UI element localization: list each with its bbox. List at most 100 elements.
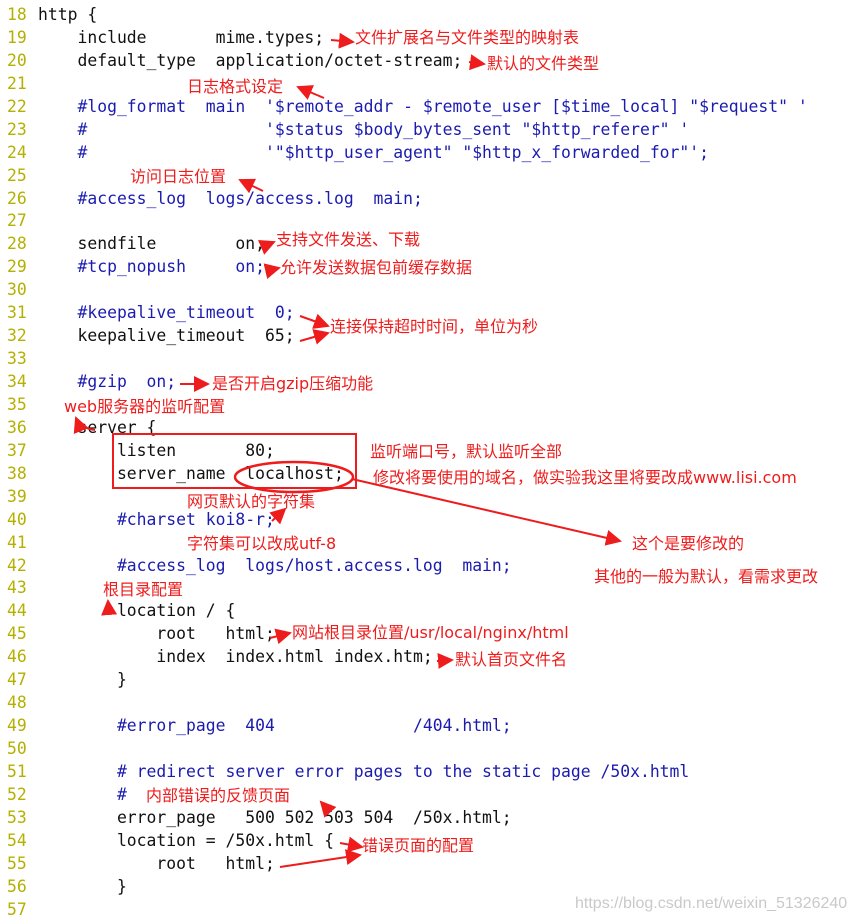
- code-line: 21: [0, 73, 857, 96]
- line-number: 38: [7, 463, 27, 483]
- annotation-index: 默认首页文件名: [455, 650, 568, 669]
- line-number: 54: [7, 830, 27, 850]
- annotation-sendfile: 支持文件发送、下载: [276, 230, 421, 249]
- code-text: include mime.types;: [38, 27, 325, 47]
- code-line: 28 sendfile on;: [0, 233, 857, 256]
- code-comment: #: [38, 784, 127, 804]
- line-number: 21: [7, 73, 27, 93]
- code-line: 53 error_page 500 502 503 504 /50x.html;: [0, 807, 857, 830]
- line-number: 55: [7, 853, 27, 873]
- line-number: 20: [7, 50, 27, 70]
- line-number: 30: [7, 280, 27, 300]
- line-number: 24: [7, 142, 27, 162]
- code-line: 40 #charset koi8-r;: [0, 509, 857, 532]
- code-line: 25: [0, 165, 857, 188]
- line-number: 44: [7, 601, 27, 621]
- line-number: 35: [7, 394, 27, 414]
- code-text: root html;: [38, 853, 275, 873]
- watermark: https://blog.csdn.net/weixin_51326240: [575, 895, 848, 912]
- annotation-must-modify: 这个是要修改的: [632, 534, 745, 553]
- line-number: 36: [7, 417, 27, 437]
- code-text: sendfile on;: [38, 234, 265, 254]
- annotation-location-root: 根目录配置: [103, 580, 184, 599]
- annotation-tcp-nopush: 允许发送数据包前缓存数据: [280, 258, 473, 277]
- code-comment: # '"$http_user_agent" "$http_x_forwarded…: [38, 142, 710, 162]
- line-number: 26: [7, 188, 27, 208]
- code-comment: #log_format main '$remote_addr - $remote…: [38, 96, 808, 116]
- line-number: 18: [7, 5, 27, 24]
- code-line: 46 index index.html index.htm;: [0, 646, 857, 669]
- annotation-keepalive: 连接保持超时时间，单位为秒: [330, 317, 539, 336]
- line-number: 42: [7, 555, 27, 575]
- code-comment: #tcp_nopush on;: [38, 257, 265, 277]
- code-text: error_page 500 502 503 504 /50x.html;: [38, 807, 512, 827]
- code-text: root html;: [38, 624, 275, 644]
- code-line: 33: [0, 348, 857, 371]
- code-line: 51 # redirect server error pages to the …: [0, 761, 857, 784]
- line-number: 52: [7, 784, 27, 804]
- annotation-log-format: 日志格式设定: [187, 77, 284, 96]
- code-line: 48: [0, 692, 857, 715]
- code-text: listen 80;: [38, 440, 275, 460]
- line-number: 39: [7, 486, 27, 506]
- code-line: 26 #access_log logs/access.log main;: [0, 188, 857, 211]
- annotation-default-type: 默认的文件类型: [487, 54, 600, 73]
- line-number: 56: [7, 876, 27, 896]
- code-comment: # redirect server error pages to the sta…: [38, 761, 690, 781]
- code-comment: #charset koi8-r;: [38, 509, 275, 529]
- line-number: 29: [7, 257, 27, 277]
- line-number: 27: [7, 211, 27, 231]
- code-comment: #keepalive_timeout 0;: [38, 303, 295, 323]
- annotation-gzip: 是否开启gzip压缩功能: [212, 374, 374, 393]
- code-line: 52 #: [0, 784, 857, 807]
- code-text: http {: [38, 5, 98, 24]
- annotation-access-log: 访问日志位置: [130, 167, 227, 186]
- line-number: 40: [7, 509, 27, 529]
- line-number: 43: [7, 578, 27, 598]
- code-text: location / {: [38, 601, 236, 621]
- line-number: 53: [7, 807, 27, 827]
- line-number: 22: [7, 96, 27, 116]
- line-number: 25: [7, 165, 27, 185]
- line-number: 51: [7, 761, 27, 781]
- code-line: 30: [0, 279, 857, 302]
- code-text: default_type application/octet-stream;: [38, 50, 463, 70]
- code-line: 50: [0, 738, 857, 761]
- code-line: 36 server {: [0, 417, 857, 440]
- line-number: 32: [7, 326, 27, 346]
- annotation-internal-error: 内部错误的反馈页面: [146, 786, 291, 805]
- code-line: 39: [0, 486, 857, 509]
- code-text: keepalive_timeout 65;: [38, 326, 295, 346]
- code-editor: 18 http { 19 include mime.types; 20 default…: [0, 4, 857, 922]
- code-line: 44 location / {: [0, 600, 857, 623]
- line-number: 57: [7, 899, 27, 919]
- line-number: 31: [7, 303, 27, 323]
- line-number: 45: [7, 624, 27, 644]
- line-number: 48: [7, 693, 27, 713]
- line-number: 50: [7, 739, 27, 758]
- line-number: 28: [7, 234, 27, 254]
- code-text: }: [38, 876, 127, 896]
- code-text: }: [38, 670, 127, 690]
- code-line: 34 #gzip on;: [0, 371, 857, 394]
- line-number: 34: [7, 372, 27, 391]
- code-comment: #error_page 404 /404.html;: [38, 716, 512, 736]
- code-line: 23 # '$status $body_bytes_sent "$http_re…: [0, 119, 857, 142]
- line-number: 41: [7, 532, 27, 552]
- code-comment: #access_log logs/access.log main;: [38, 188, 423, 208]
- code-line: 20 default_type application/octet-stream…: [0, 50, 857, 73]
- line-number: 33: [7, 349, 27, 369]
- annotation-root: 网站根目录位置/usr/local/nginx/html: [292, 623, 569, 642]
- annotation-charset: 网页默认的字符集: [187, 492, 316, 511]
- code-line: 47 }: [0, 669, 857, 692]
- code-comment: #access_log logs/host.access.log main;: [38, 555, 512, 575]
- code-text: index index.html index.htm;: [38, 647, 433, 667]
- annotation-server-name: 修改将要使用的域名，做实验我这里将要改成www.lisi.com: [373, 468, 797, 487]
- line-number: 19: [7, 27, 27, 47]
- code-line: 55 root html;: [0, 853, 857, 876]
- annotation-server: web服务器的监听配置: [64, 397, 226, 416]
- code-line: 18 http {: [0, 4, 857, 27]
- code-text: location = /50x.html {: [38, 830, 335, 850]
- annotation-mime: 文件扩展名与文件类型的映射表: [355, 28, 580, 47]
- line-number: 23: [7, 119, 27, 139]
